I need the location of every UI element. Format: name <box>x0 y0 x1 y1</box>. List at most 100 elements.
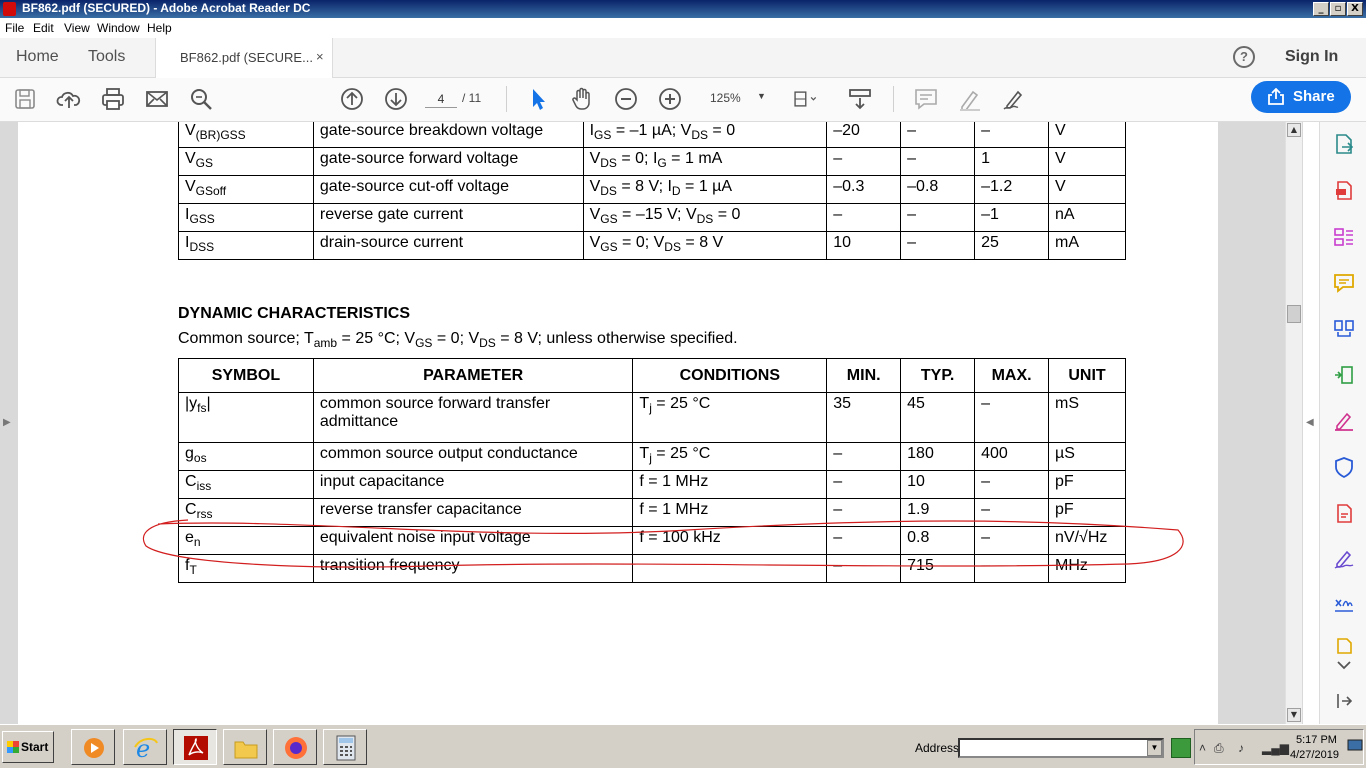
fill-form-icon[interactable] <box>1333 594 1355 616</box>
combine-files-icon[interactable] <box>1333 318 1355 340</box>
comment-tool-icon[interactable] <box>1333 272 1355 294</box>
taskbar-media-player[interactable] <box>71 729 115 765</box>
tab-tools[interactable]: Tools <box>88 48 125 66</box>
calculator-icon <box>336 735 356 761</box>
address-label: Address <box>915 741 960 755</box>
share-button[interactable]: Share <box>1251 81 1351 113</box>
window-title-bar: BF862.pdf (SECURED) - Adobe Acrobat Read… <box>0 0 1366 18</box>
fit-page-icon[interactable] <box>792 86 818 112</box>
volume-icon[interactable]: ♪ <box>1238 741 1244 755</box>
static-table-cell-max: 25 <box>974 231 1049 260</box>
taskbar-firefox[interactable] <box>273 729 317 765</box>
start-button[interactable]: Start <box>2 731 54 763</box>
save-icon[interactable] <box>12 86 38 112</box>
tabs-bar: Home Tools BF862.pdf (SECURE... × ? Sign… <box>0 38 1366 78</box>
fill-sign-icon[interactable] <box>1333 410 1355 432</box>
menu-file[interactable]: File <box>5 21 24 35</box>
dynamic-table-cell-parameter: common source forward transfer admittanc… <box>312 392 634 443</box>
sign-pen-icon[interactable] <box>1001 86 1027 112</box>
menu-window[interactable]: Window <box>97 21 140 35</box>
document-viewport[interactable]: ▶ V(BR)GSS gate-source breakdown voltage I… <box>0 122 1314 724</box>
menu-help[interactable]: Help <box>147 21 172 35</box>
clock-date: 4/27/2019 <box>1290 749 1339 761</box>
export-pdf-icon[interactable] <box>1333 133 1355 155</box>
highlight-pen-icon[interactable] <box>957 86 983 112</box>
taskbar-file-explorer[interactable] <box>223 729 267 765</box>
static-table-cell-min: –20 <box>826 122 902 148</box>
address-dropdown-icon[interactable]: ▼ <box>1147 740 1162 756</box>
dynamic-table-cell-conditions: Tj = 25 °C <box>632 392 828 443</box>
next-page-icon[interactable] <box>383 86 409 112</box>
maximize-button[interactable]: ▫ <box>1330 2 1346 16</box>
dynamic-table-cell-unit: µS <box>1048 442 1126 471</box>
static-table-cell-typ: – <box>900 231 976 260</box>
send-for-signature-icon[interactable] <box>1333 548 1355 570</box>
help-icon[interactable]: ? <box>1233 46 1255 68</box>
comment-icon[interactable] <box>913 86 939 112</box>
dynamic-table-cell-conditions: f = 1 MHz <box>632 470 828 499</box>
right-panel-toggle-icon[interactable]: ◀ <box>1306 417 1314 428</box>
protect-shield-icon[interactable] <box>1333 456 1355 478</box>
static-table-cell-parameter: gate-source breakdown voltage <box>312 122 584 148</box>
static-table-cell-conditions: VGS = 0; VDS = 8 V <box>582 231 828 260</box>
network-device-icon[interactable]: ⎙ <box>1214 741 1224 756</box>
chevron-down-icon[interactable]: ▼ <box>757 91 766 101</box>
static-table-cell-typ: – <box>900 147 976 176</box>
static-table-cell-symbol: VGSoff <box>178 175 314 204</box>
dynamic-table-cell-conditions: Tj = 25 °C <box>632 442 828 471</box>
hand-tool-icon[interactable] <box>569 86 595 112</box>
close-tab-icon[interactable]: × <box>316 49 324 64</box>
document-tab-label: BF862.pdf (SECURE... <box>180 50 313 65</box>
sign-in-link[interactable]: Sign In <box>1285 48 1338 66</box>
scroll-up-icon[interactable]: ▲ <box>1287 123 1301 137</box>
static-table-cell-unit: nA <box>1048 203 1126 232</box>
taskbar-internet-explorer[interactable]: e <box>123 729 167 765</box>
search-icon[interactable] <box>188 86 214 112</box>
address-input[interactable] <box>958 738 1164 758</box>
create-pdf-icon[interactable] <box>1333 179 1355 201</box>
menu-view[interactable]: View <box>64 21 90 35</box>
static-table-cell-conditions: VDS = 0; IG = 1 mA <box>582 147 828 176</box>
static-table-cell-unit: V <box>1048 122 1126 148</box>
header-parameter: PARAMETER <box>312 358 634 393</box>
static-table-cell-min: – <box>826 147 902 176</box>
compress-pdf-icon[interactable] <box>1333 364 1355 386</box>
static-table-cell-parameter: gate-source cut-off voltage <box>312 175 584 204</box>
tab-document[interactable]: BF862.pdf (SECURE... × <box>155 38 333 78</box>
desktop-icon[interactable] <box>1347 739 1363 753</box>
zoom-in-icon[interactable] <box>657 86 683 112</box>
close-window-button[interactable]: X <box>1347 2 1363 16</box>
internet-explorer-icon: e <box>134 735 158 761</box>
organize-pages-icon[interactable] <box>1333 226 1355 248</box>
collapse-panel-icon[interactable] <box>1333 690 1355 712</box>
scroll-down-icon[interactable]: ▼ <box>1287 708 1301 722</box>
taskbar-calculator[interactable] <box>323 729 367 765</box>
page-number-input[interactable] <box>425 90 457 108</box>
select-cursor-icon[interactable] <box>525 86 551 112</box>
menu-edit[interactable]: Edit <box>33 21 54 35</box>
scrolling-mode-icon[interactable] <box>847 86 873 112</box>
show-hidden-icons-icon[interactable]: ˄ <box>1199 741 1206 755</box>
taskbar-acrobat-reader[interactable] <box>173 729 217 765</box>
scroll-thumb[interactable] <box>1287 305 1301 323</box>
static-table-cell-max: 1 <box>974 147 1049 176</box>
acrobat-reader-icon <box>184 736 208 760</box>
minimize-button[interactable]: _ <box>1313 2 1329 16</box>
signal-strength-icon[interactable]: ▂▄▆ <box>1262 741 1289 755</box>
chevron-down-icon[interactable] <box>1333 654 1355 676</box>
print-icon[interactable] <box>100 86 126 112</box>
vertical-scrollbar[interactable]: ▲ ▼ <box>1285 122 1302 724</box>
clock-time: 5:17 PM <box>1296 734 1337 746</box>
static-table-cell-typ: – <box>900 122 976 148</box>
edit-pdf-icon[interactable] <box>1333 502 1355 524</box>
address-go-button[interactable] <box>1171 738 1191 758</box>
left-panel-toggle-icon[interactable]: ▶ <box>3 417 11 428</box>
previous-page-icon[interactable] <box>339 86 365 112</box>
email-icon[interactable] <box>144 86 170 112</box>
zoom-out-icon[interactable] <box>613 86 639 112</box>
tab-home[interactable]: Home <box>16 48 59 66</box>
upload-cloud-icon[interactable] <box>56 86 82 112</box>
dynamic-table-cell-symbol: |yfs| <box>178 392 314 443</box>
toolbar-divider <box>893 86 894 112</box>
zoom-level-select[interactable]: 125% <box>710 91 741 105</box>
